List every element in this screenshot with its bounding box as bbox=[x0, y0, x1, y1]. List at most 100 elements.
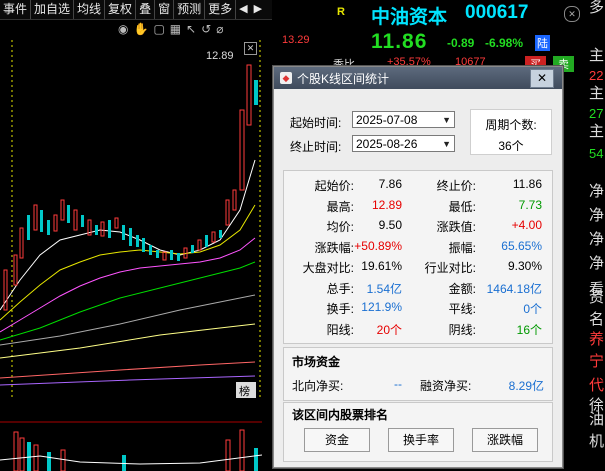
toolbar-window[interactable]: 窗 bbox=[155, 0, 175, 19]
period-count-value: 36个 bbox=[498, 139, 524, 153]
chart-close-icon[interactable]: ✕ bbox=[244, 42, 257, 55]
ruler-icon[interactable]: ⌀ bbox=[216, 22, 223, 36]
market-badge: 陆 bbox=[535, 35, 550, 51]
toolbar-add-watchlist[interactable]: 加自选 bbox=[31, 0, 75, 19]
square-icon[interactable]: ▢ bbox=[153, 22, 164, 36]
stock-change: -0.89 bbox=[447, 36, 475, 50]
north-value: -- bbox=[394, 377, 402, 391]
stat-value: 1464.18亿 bbox=[486, 281, 542, 296]
right-side-panel: 多 主 22 主 27 主 54 净 净 净 净 看 资 名 养 宁 代 徐 油… bbox=[587, 0, 605, 471]
side-label: 净 bbox=[589, 231, 605, 248]
hand-icon[interactable]: ✋ bbox=[133, 22, 148, 36]
stat-label: 涨跌幅: bbox=[314, 240, 354, 255]
stock-change-pct: -6.98% bbox=[485, 36, 524, 50]
stat-label: 最低: bbox=[448, 199, 476, 214]
volume-chart bbox=[0, 421, 262, 471]
kline-range-stats-dialog: ◆ 个股K线区间统计 ✕ 起始时间: 2025-07-08 ▼ 终止时间: 20… bbox=[273, 66, 563, 468]
stat-value: +50.89% bbox=[354, 238, 402, 253]
stat-value: 9.50 bbox=[378, 218, 402, 232]
rank-title: 该区间内股票排名 bbox=[292, 408, 389, 422]
end-time-label: 终止时间: bbox=[290, 140, 342, 154]
stat-label: 终止价: bbox=[436, 179, 476, 193]
dialog-app-icon: ◆ bbox=[280, 72, 292, 84]
stock-code: 000617 bbox=[465, 2, 529, 23]
rank-by-turnover-button[interactable]: 换手率 bbox=[388, 428, 454, 452]
toolbar-adjust[interactable]: 复权 bbox=[105, 0, 137, 19]
rank-by-change-button[interactable]: 涨跌幅 bbox=[472, 428, 538, 452]
stat-value: 121.9% bbox=[361, 300, 402, 314]
north-label: 北向净买: bbox=[292, 379, 344, 393]
toolbar-overlay[interactable]: 叠 bbox=[136, 0, 156, 19]
side-label: 净 bbox=[589, 207, 605, 224]
end-time-value: 2025-08-26 bbox=[356, 137, 418, 151]
side-label: 代 bbox=[589, 377, 605, 394]
toolbar-events[interactable]: 事件 bbox=[0, 0, 32, 19]
stat-value: +4.00 bbox=[511, 218, 542, 232]
stat-value: 65.65% bbox=[501, 238, 542, 253]
side-label: 27 bbox=[589, 106, 604, 121]
stat-value: 11.86 bbox=[512, 177, 542, 191]
kline-chart[interactable]: 12.89 榜 bbox=[0, 40, 262, 398]
start-time-value: 2025-07-08 bbox=[356, 113, 418, 127]
side-label: 名 bbox=[589, 311, 605, 328]
toolbar-forecast[interactable]: 预测 bbox=[174, 0, 206, 19]
period-count-box: 周期个数: 36个 bbox=[470, 109, 552, 155]
end-time-select[interactable]: 2025-08-26 ▼ bbox=[352, 135, 455, 152]
stat-label: 总手: bbox=[326, 281, 354, 296]
close-button-red[interactable]: ✕ bbox=[564, 6, 580, 22]
stat-value: 12.89 bbox=[371, 197, 402, 212]
market-funds-section: 市场资金 北向净买: -- 融资净买: 8.29亿 bbox=[283, 347, 553, 401]
stat-value: 20个 bbox=[376, 322, 402, 337]
stat-value: 16个 bbox=[516, 322, 542, 337]
chart-toolbar: 事件 加自选 均线 复权 叠 窗 预测 更多 ◀ ▶ bbox=[0, 0, 272, 20]
stock-name: 中油资本 bbox=[371, 7, 448, 28]
stock-price: 11.86 bbox=[371, 30, 428, 53]
start-time-select[interactable]: 2025-07-08 ▼ bbox=[352, 111, 455, 128]
chevron-down-icon: ▼ bbox=[442, 139, 451, 149]
corner-badge[interactable]: 榜 bbox=[239, 384, 250, 398]
dialog-titlebar[interactable]: ◆ 个股K线区间统计 bbox=[274, 67, 562, 89]
stat-value: 19.61% bbox=[361, 259, 402, 273]
start-time-label: 起始时间: bbox=[290, 116, 342, 130]
side-label: 主 bbox=[589, 47, 605, 64]
stat-label: 最高: bbox=[326, 199, 354, 214]
side-label: 机 bbox=[589, 433, 605, 450]
high-price-label: 12.89 bbox=[206, 50, 234, 62]
stat-label: 金额: bbox=[448, 281, 476, 296]
toolbar-next-arrow[interactable]: ▶ bbox=[251, 0, 265, 19]
side-label: 主 bbox=[589, 85, 605, 102]
margin-label: 融资净买: bbox=[420, 379, 472, 393]
stat-value: 7.73 bbox=[518, 197, 542, 212]
stat-label: 起始价: bbox=[314, 179, 354, 193]
stat-label: 行业对比: bbox=[424, 261, 476, 275]
side-label: 多 bbox=[589, 0, 605, 16]
side-label: 资 bbox=[589, 289, 605, 306]
side-label: 净 bbox=[589, 183, 605, 200]
side-label: 宁 bbox=[589, 353, 605, 370]
stat-value: 0个 bbox=[523, 302, 542, 316]
stat-label: 换手: bbox=[326, 302, 354, 316]
undo-icon[interactable]: ↺ bbox=[201, 22, 211, 36]
period-count-label: 周期个数: bbox=[485, 118, 537, 132]
margin-value: 8.29亿 bbox=[508, 379, 544, 393]
stat-label: 涨跌值: bbox=[436, 220, 476, 234]
eye-icon[interactable]: ◉ bbox=[118, 22, 128, 36]
rank-by-funds-button[interactable]: 资金 bbox=[304, 428, 370, 452]
close-icon[interactable]: ✕ bbox=[530, 69, 554, 88]
chevron-down-icon: ▼ bbox=[442, 115, 451, 125]
side-label: 养 bbox=[589, 331, 605, 348]
stat-value: 7.86 bbox=[378, 177, 402, 191]
stat-label: 大盘对比: bbox=[302, 261, 354, 275]
toolbar-more[interactable]: 更多 bbox=[205, 0, 237, 19]
side-label: 油 bbox=[589, 411, 605, 428]
stat-label: 阴线: bbox=[448, 322, 476, 337]
toolbar-ma[interactable]: 均线 bbox=[74, 0, 106, 19]
side-label: 22 bbox=[589, 68, 604, 83]
side-label: 净 bbox=[589, 255, 605, 272]
calendar-icon[interactable]: ▦ bbox=[170, 22, 181, 36]
pointer-icon[interactable]: ↖ bbox=[186, 22, 196, 36]
axis-top-value: 13.29 bbox=[282, 34, 310, 46]
dialog-title: 个股K线区间统计 bbox=[297, 71, 390, 86]
stock-header: R 中油资本 000617 11.86 -0.89 -6.98% 陆 ✕ +35… bbox=[327, 0, 605, 72]
toolbar-prev-arrow[interactable]: ◀ bbox=[236, 0, 250, 19]
